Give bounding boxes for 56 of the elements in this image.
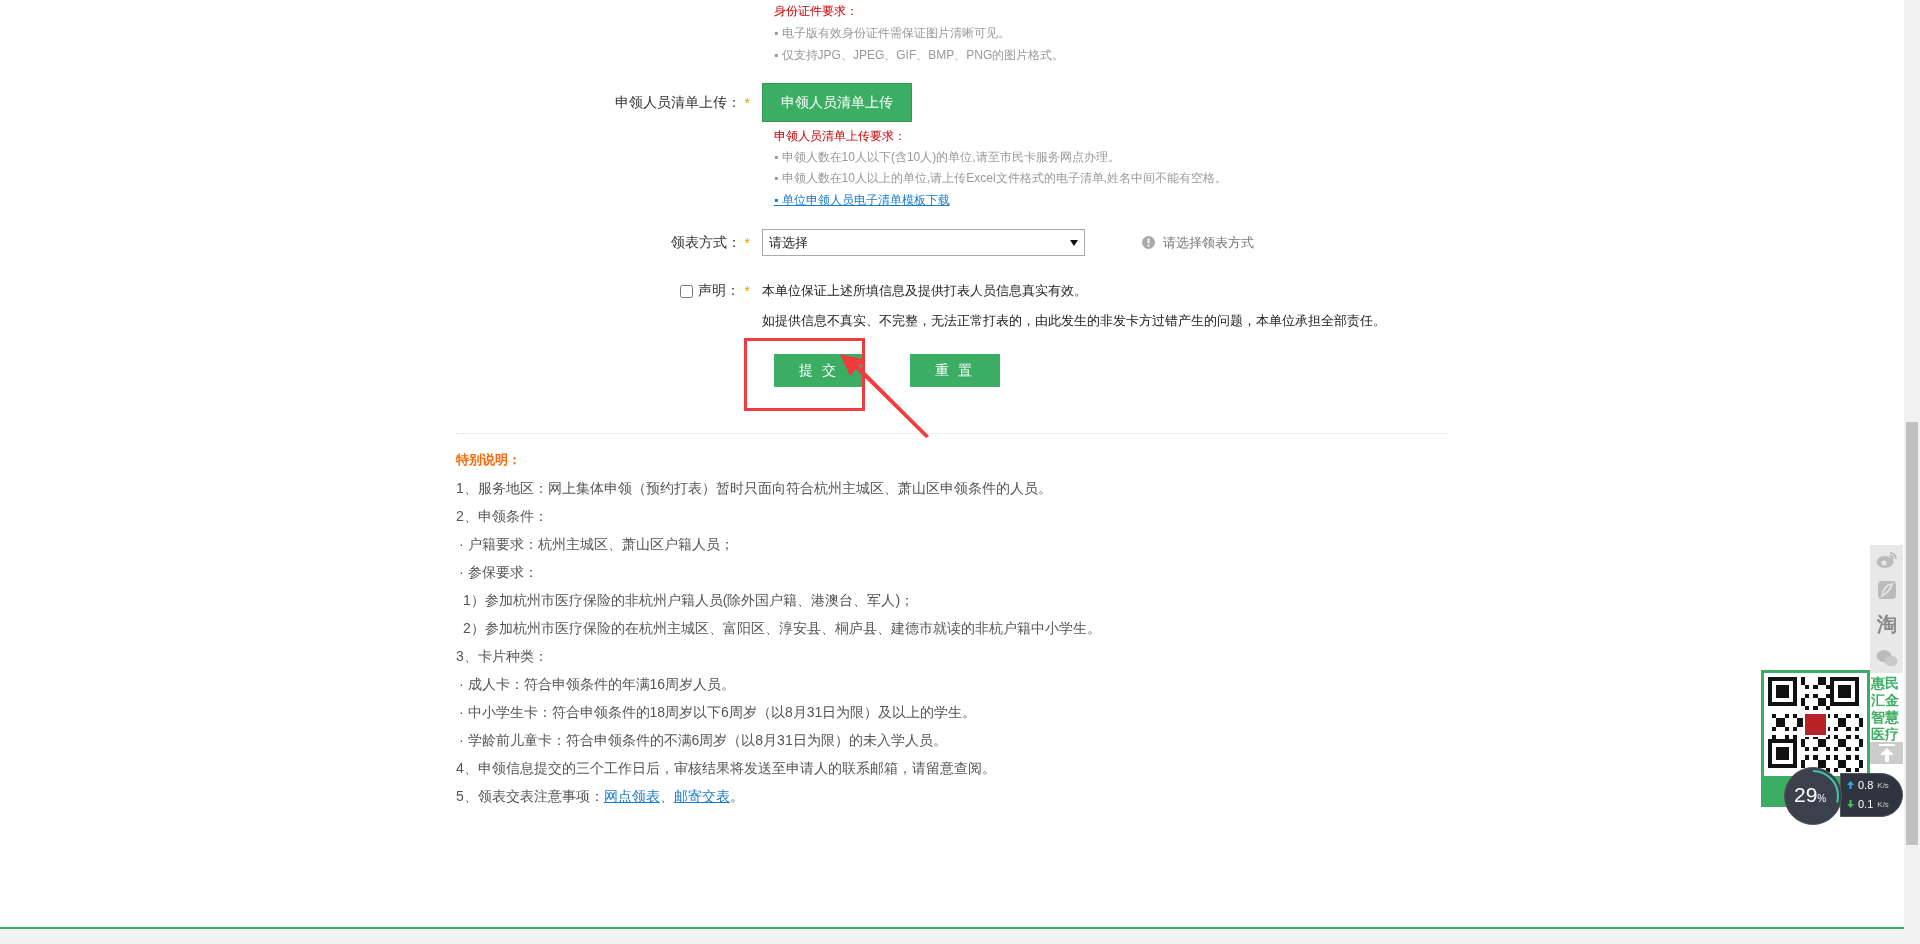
note-text: 5、领表交表注意事项：: [456, 788, 604, 804]
separator-text: 、: [659, 788, 674, 804]
speed-unit: K/s: [1877, 799, 1889, 809]
note-text: 2）参加杭州市医疗保险的在杭州主城区、富阳区、淳安县、桐庐县、建德市就读的非杭户籍中小学生。: [462, 619, 1102, 638]
back-to-top-button[interactable]: [1870, 742, 1903, 764]
note-link[interactable]: 网点领表: [603, 788, 660, 804]
arrow-up-icon: [1847, 781, 1854, 789]
caret-icon: [1070, 239, 1078, 246]
hint-text: 请选择领表方式: [1163, 233, 1254, 252]
requirements-title: 身份证件要求：: [774, 3, 859, 20]
note-text: · 学龄前儿童卡：符合申领条件的不满6周岁（以8月31日为限）的未入学人员。: [458, 731, 948, 750]
field-label: 领表方式：: [670, 233, 741, 252]
qr-caption: 惠民汇金智慧医疗: [1871, 675, 1899, 743]
requirements-title: 申领人员清单上传要求：: [774, 128, 907, 145]
reset-button[interactable]: 重 置: [910, 354, 1000, 387]
weibo-icon[interactable]: [1875, 550, 1898, 569]
arrow-up-icon: [1878, 744, 1895, 762]
taobao-icon[interactable]: 淘: [1876, 611, 1897, 639]
declaration-text: 如提供信息不真实、不完整，无法正常打表的，由此发生的非发卡方过错产生的问题，本单位承担全部责任。: [762, 312, 1386, 330]
upload-button[interactable]: 申领人员清单上传: [762, 83, 912, 122]
required-mark: *: [744, 283, 750, 299]
wechat-icon[interactable]: [1875, 649, 1898, 668]
punctuation-text: 。: [729, 788, 744, 804]
checkbox[interactable]: [679, 284, 693, 298]
note-text: 3、卡片种类：: [456, 647, 549, 666]
note-text: 2、申领条件：: [456, 507, 549, 526]
requirement-text: ▪ 申领人数在10人以上的单位,请上传Excel文件格式的电子清单,姓名中间不能有空格。: [774, 170, 1228, 187]
speed-value: 0.8: [1858, 779, 1874, 791]
requirement-text: ▪ 电子版有效身份证件需保证图片清晰可见。: [774, 25, 1011, 42]
exclamation-icon: [1142, 236, 1155, 249]
note-text: · 中小学生卡：符合申领条件的18周岁以下6周岁（以8月31日为限）及以上的学生。: [458, 703, 978, 722]
template-download-link[interactable]: ▪ 单位申领人员电子清单模板下载: [774, 193, 950, 207]
scrollbar-thumb[interactable]: [1906, 422, 1918, 845]
note-text: · 户籍要求：杭州主城区、萧山区户籍人员；: [458, 535, 735, 554]
dropdown-field[interactable]: 请选择: [762, 229, 1085, 256]
percent-unit: %: [1817, 793, 1827, 804]
requirement-text: ▪ 申领人数在10人以下(含10人)的单位,请至市民卡服务网点办理。: [774, 149, 1121, 166]
note-text: · 成人卡：符合申领条件的年满16周岁人员。: [458, 675, 737, 694]
required-mark: *: [744, 234, 750, 251]
arrow-down-icon: [1847, 800, 1854, 808]
field-label: 声明：: [697, 282, 740, 300]
scrollbar[interactable]: [1904, 0, 1920, 944]
requirement-text: ▪ 仅支持JPG、JPEG、GIF、BMP、PNG的图片格式。: [774, 47, 1066, 64]
note-text: · 参保要求：: [458, 563, 539, 582]
note-text: 1、服务地区：网上集体申领（预约打表）暂时只面向符合杭州主城区、萧山区申领条件的人员。: [456, 479, 1053, 498]
note-text: 4、申领信息提交的三个工作日后，审核结果将发送至申请人的联系邮箱，请留意查阅。: [456, 759, 997, 778]
note-link[interactable]: 邮寄交表: [673, 788, 730, 804]
field-label: 申领人员清单上传：: [614, 93, 741, 112]
speed-unit: K/s: [1877, 780, 1889, 790]
leaf-icon[interactable]: [1876, 579, 1897, 600]
speed-value: 0.1: [1858, 798, 1874, 810]
note-text: 1）参加杭州市医疗保险的非杭州户籍人员(除外国户籍、港澳台、军人)；: [462, 591, 916, 610]
required-mark: *: [744, 94, 750, 111]
notes-title: 特别说明：: [456, 451, 522, 469]
declaration-text: 本单位保证上述所填信息及提供打表人员信息真实有效。: [762, 282, 1088, 300]
percent-value: 29: [1794, 783, 1818, 807]
